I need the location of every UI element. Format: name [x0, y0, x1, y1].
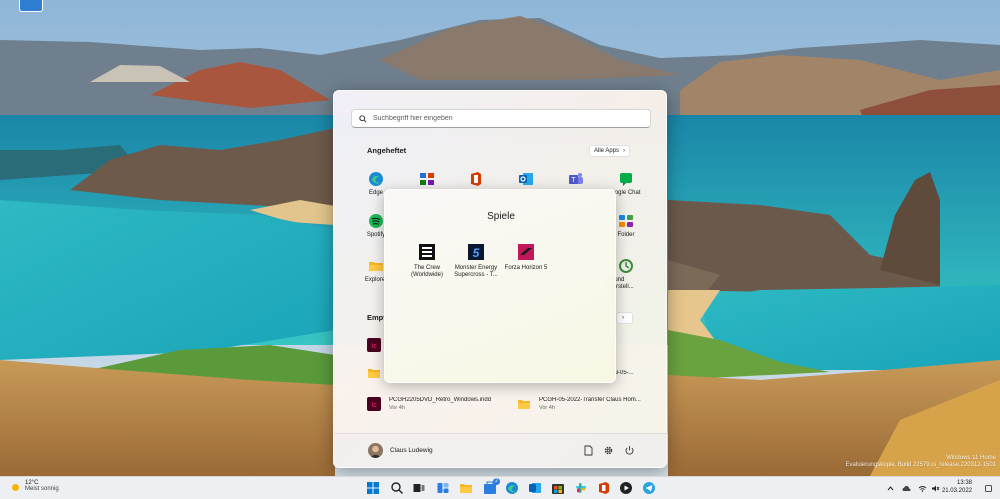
documents-icon[interactable]: [583, 445, 594, 456]
game-supercross[interactable]: 5 Monster Energy Supercross - T...: [451, 244, 501, 279]
svg-text:T: T: [571, 177, 576, 184]
weather-description: Meist sonnig: [25, 486, 59, 492]
recommended-item-time: Vor 4h: [539, 405, 555, 411]
recommended-item-time: Vor 4h: [389, 405, 405, 411]
indesign-icon: Ic: [367, 338, 381, 352]
indesign-icon: Ic: [367, 397, 381, 411]
pinned-app-teams[interactable]: T: [554, 171, 598, 190]
recommended-item[interactable]: Ic PCGH2205DVD_Retro_Windows.indd Vor 4h: [367, 393, 507, 415]
volume-icon[interactable]: [931, 484, 940, 493]
outlook-icon: [519, 173, 533, 185]
gear-icon[interactable]: [603, 445, 614, 456]
search-icon: [359, 114, 367, 123]
clock-time: 13:38: [956, 480, 972, 486]
wifi-icon[interactable]: [918, 484, 927, 493]
search-icon[interactable]: [390, 481, 404, 495]
pinned-app-office[interactable]: [454, 171, 498, 190]
svg-text:Ic: Ic: [371, 343, 377, 350]
recommended-item[interactable]: cial-05-...: [609, 362, 659, 384]
search-input[interactable]: [373, 115, 633, 122]
windows-start-icon[interactable]: [366, 481, 380, 495]
start-menu-footer: Claus Ludewig: [334, 433, 668, 467]
file-explorer-icon: [369, 262, 383, 271]
taskbar: 12°C Meist sonnig 2 13:38 21.03.2022: [0, 476, 1000, 499]
svg-text:Ic: Ic: [371, 402, 377, 409]
telegram-icon[interactable]: [642, 481, 656, 495]
media-icon[interactable]: [619, 481, 633, 495]
games-folder-popup: Spiele The Crew (Worldwide) 5 Monster En…: [384, 189, 616, 383]
folder-icon: [518, 400, 530, 409]
recommended-item[interactable]: PCGH-05-2022-Transfer Claus Hom... Vor 4…: [517, 393, 657, 415]
spotify-icon: [369, 214, 383, 228]
more-recommended-button[interactable]: ›: [616, 312, 633, 324]
forza-horizon-icon: [518, 244, 534, 260]
folder-group-icon: [420, 173, 434, 185]
widgets-icon[interactable]: [436, 481, 450, 495]
clock[interactable]: 13:38 21.03.2022: [942, 479, 972, 495]
recommended-section-title: Empf: [367, 313, 386, 322]
edge-icon: [369, 172, 383, 186]
task-view-icon[interactable]: [412, 481, 426, 495]
game-label: The Crew (Worldwide): [411, 265, 443, 278]
store-icon[interactable]: 2: [483, 478, 500, 495]
game-forza-horizon[interactable]: Forza Horizon 5: [501, 244, 551, 272]
chevron-right-icon: ›: [622, 315, 624, 321]
supercross-icon: 5: [468, 244, 484, 260]
teams-icon: T: [569, 173, 583, 184]
slack-icon[interactable]: [574, 481, 588, 495]
search-box[interactable]: [351, 109, 651, 128]
svg-text:5: 5: [473, 246, 480, 260]
watermark-line1: Windows 11 Home: [946, 455, 996, 461]
store-bag-icon[interactable]: [551, 481, 565, 495]
outlook-icon[interactable]: [528, 481, 542, 495]
game-label: Monster Energy Supercross - T...: [454, 265, 498, 278]
chevron-right-icon: ›: [623, 148, 626, 154]
recommended-item-name: PCGH2205DVD_Retro_Windows.indd: [389, 397, 492, 403]
watermark-line2: Evaluierungskopie. Build 22579.ni_releas…: [845, 462, 996, 468]
game-label: Forza Horizon 5: [504, 265, 548, 271]
pinned-app-label: Spotify: [366, 232, 386, 238]
game-the-crew[interactable]: The Crew (Worldwide): [402, 244, 452, 279]
user-name[interactable]: Claus Ludewig: [390, 447, 433, 454]
chevron-up-icon[interactable]: [886, 484, 895, 493]
folder-title[interactable]: Spiele: [385, 211, 617, 222]
user-avatar[interactable]: [368, 443, 383, 458]
all-apps-label: Alle Apps: [594, 148, 620, 154]
clock-date: 21.03.2022: [941, 488, 972, 494]
edge-icon[interactable]: [505, 481, 519, 495]
pinned-app-label: Folder: [617, 232, 635, 238]
all-apps-button[interactable]: Alle Apps ›: [589, 145, 631, 157]
pinned-app-label: Edge: [368, 190, 383, 196]
office-icon[interactable]: [597, 481, 611, 495]
google-chat-icon: [620, 173, 632, 186]
app-folder-icon: [619, 215, 633, 227]
evaluation-watermark: Windows 11 Home Evaluierungskopie. Build…: [846, 455, 996, 469]
office-icon: [471, 172, 481, 186]
pinned-app-group[interactable]: [405, 171, 449, 190]
folder-icon: [368, 369, 380, 378]
file-explorer-icon[interactable]: [459, 481, 473, 495]
cloud-icon[interactable]: [902, 484, 911, 493]
desktop-recycle-bin-icon[interactable]: [19, 0, 43, 12]
recommended-item-name: PCGH-05-2022-Transfer Claus Hom...: [539, 397, 641, 403]
the-crew-icon: [419, 244, 435, 260]
pinned-section-title: Angeheftet: [367, 146, 407, 155]
backup-restore-icon: [619, 259, 633, 273]
weather-sun-icon: [12, 484, 19, 491]
pinned-app-outlook[interactable]: [504, 171, 548, 190]
notification-badge: 2: [493, 478, 500, 485]
power-icon[interactable]: [624, 445, 635, 456]
notification-icon[interactable]: [984, 484, 993, 493]
weather-widget[interactable]: 12°C Meist sonnig: [10, 480, 59, 493]
